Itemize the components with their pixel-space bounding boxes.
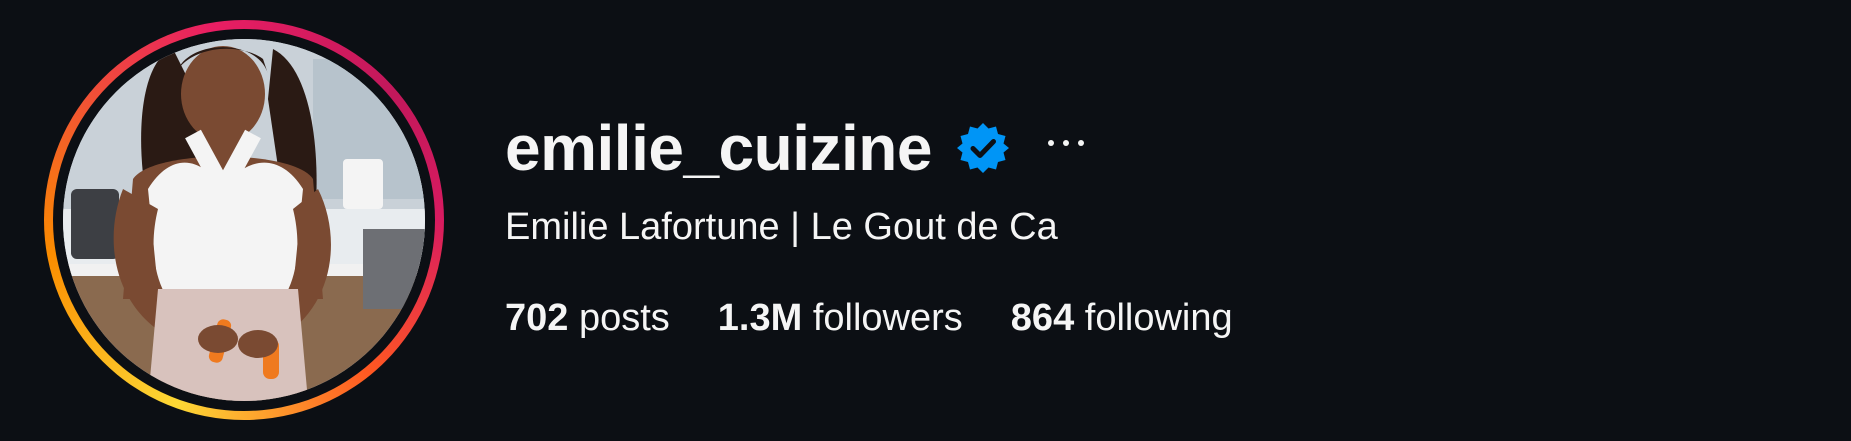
stat-followers-label: followers	[812, 297, 963, 339]
full-name: Emilie Lafortune | Le Gout de Ca	[505, 206, 1058, 248]
avatar-photo[interactable]	[63, 39, 425, 401]
stat-following-count: 864	[1010, 297, 1075, 339]
profile-header: emilie_cuizine Emilie Lafortune | Le Gou…	[0, 0, 1851, 441]
stat-posts[interactable]: 702 posts	[505, 296, 670, 342]
username-row: emilie_cuizine	[505, 108, 1084, 188]
stat-following-label: following	[1084, 297, 1233, 339]
stat-following[interactable]: 864 following	[1011, 296, 1233, 342]
verified-badge-icon	[956, 121, 1010, 175]
avatar-image	[63, 39, 425, 401]
more-dot	[1047, 140, 1054, 146]
more-dot	[1077, 140, 1084, 146]
more-dot	[1062, 140, 1069, 146]
username: emilie_cuizine	[505, 112, 932, 184]
profile-avatar[interactable]	[44, 20, 444, 420]
stat-followers[interactable]: 1.3M followers	[718, 296, 963, 342]
stat-posts-label: posts	[578, 297, 670, 339]
more-options-icon[interactable]	[1047, 133, 1084, 153]
stat-followers-count: 1.3M	[717, 297, 803, 339]
stat-posts-count: 702	[505, 297, 569, 339]
profile-stats: 702 posts 1.3M followers 864 following	[505, 296, 1281, 342]
